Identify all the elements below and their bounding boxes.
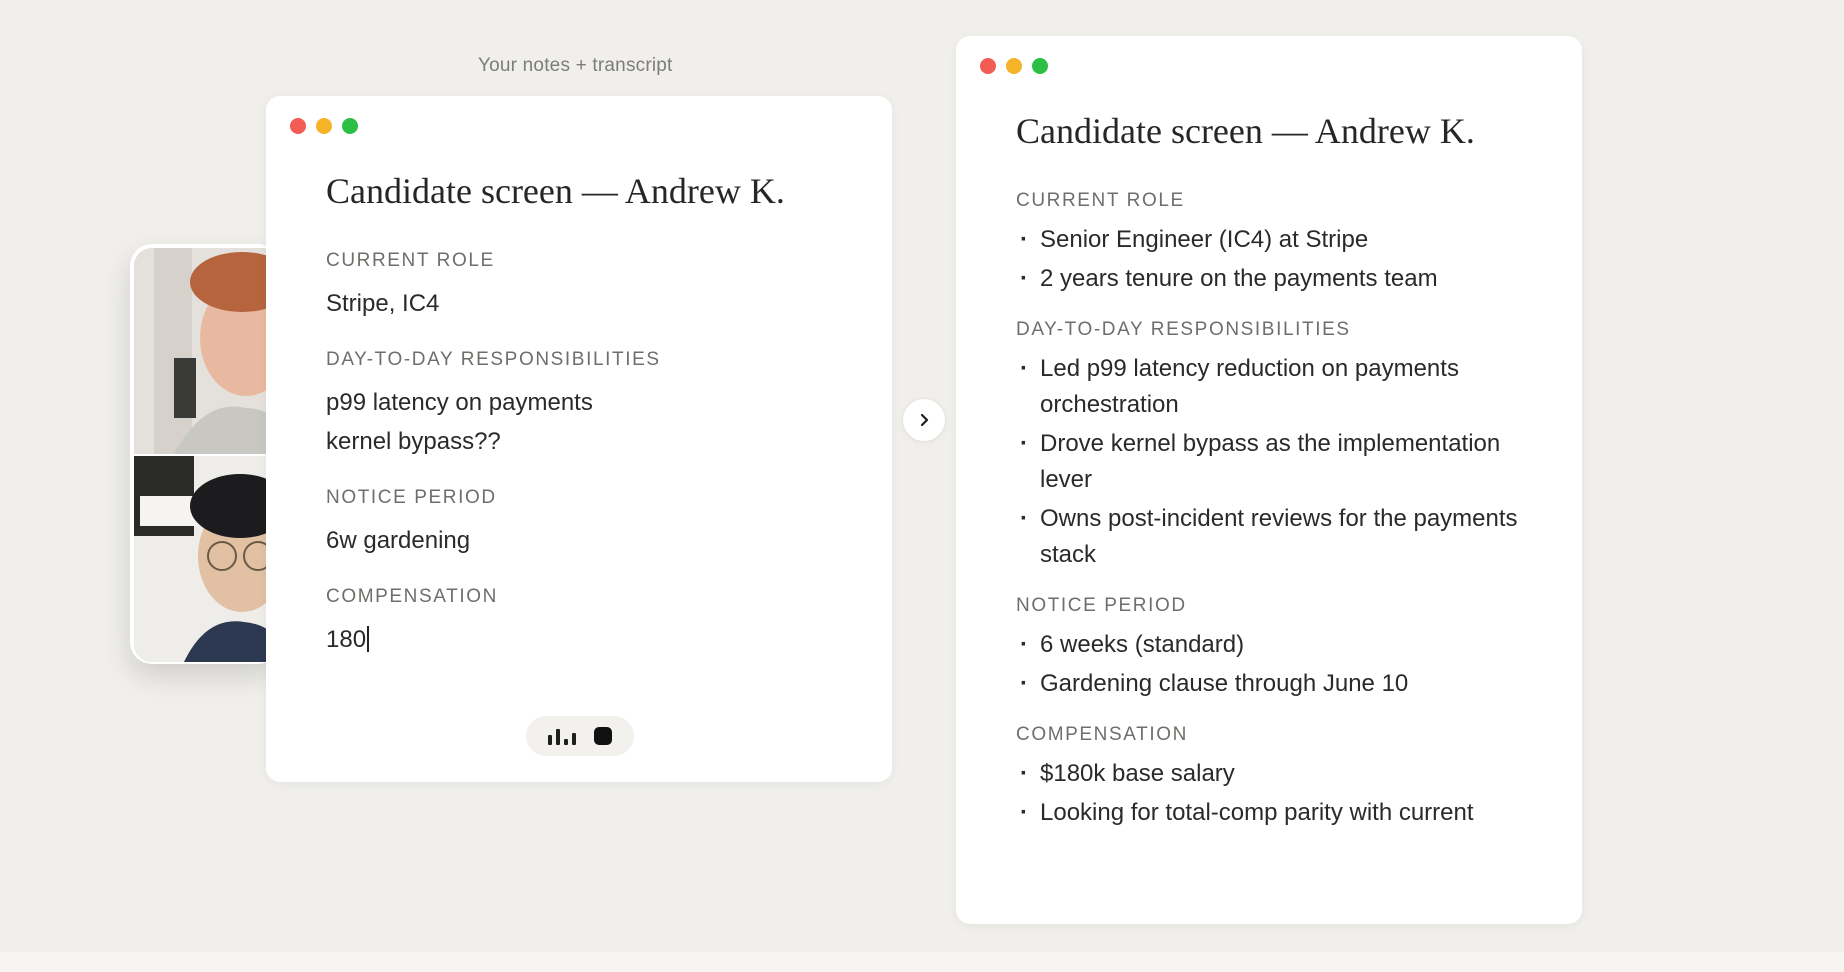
maximize-window-button[interactable] [342,118,358,134]
participant-1-image [134,248,276,454]
section-notice-period: NOTICE PERIOD 6w gardening [326,487,852,560]
note-title: Candidate screen — Andrew K. [1016,111,1475,151]
section-label: COMPENSATION [326,586,498,607]
section-current-role: CURRENT ROLE Senior Engineer (IC4) at St… [1016,190,1542,297]
close-window-button[interactable] [980,58,996,74]
note-line[interactable]: 6w gardening [326,521,852,560]
section-label: NOTICE PERIOD [326,487,497,508]
section-label: NOTICE PERIOD [1016,595,1187,616]
chevron-right-icon [920,413,929,427]
minimize-window-button[interactable] [316,118,332,134]
section-label: DAY-TO-DAY RESPONSIBILITIES [1016,319,1351,340]
caption: Your notes + transcript [478,55,673,76]
section-notice-period: NOTICE PERIOD 6 weeks (standard) Gardeni… [1016,595,1542,702]
audio-level-bar [556,729,560,745]
notes-editor[interactable]: Candidate screen — Andrew K. CURRENT ROL… [326,170,852,685]
note-line[interactable]: Stripe, IC4 [326,284,852,323]
enhanced-notes-document: Candidate screen — Andrew K. CURRENT ROL… [1016,110,1542,853]
note-title[interactable]: Candidate screen — Andrew K. [326,170,852,212]
window-controls [290,118,358,134]
audio-level-bar [548,735,552,745]
section-label: COMPENSATION [1016,724,1188,745]
bullet-item: Gardening clause through June 10 [1016,666,1536,702]
note-line[interactable]: kernel bypass?? [326,422,852,461]
participant-video-2 [134,456,276,662]
section-responsibilities: DAY-TO-DAY RESPONSIBILITIES Led p99 late… [1016,319,1542,573]
bullet-item: Senior Engineer (IC4) at Stripe [1016,222,1536,258]
close-window-button[interactable] [290,118,306,134]
section-label: DAY-TO-DAY RESPONSIBILITIES [326,349,661,370]
bullet-item: Led p99 latency reduction on payments or… [1016,351,1536,423]
note-line[interactable]: p99 latency on payments [326,383,852,422]
bullet-item: Looking for total-comp parity with curre… [1016,795,1536,831]
section-label: CURRENT ROLE [326,250,495,271]
bullet-item: 6 weeks (standard) [1016,627,1536,663]
bullet-item: 2 years tenure on the payments team [1016,261,1536,297]
text-cursor [367,626,370,652]
section-label: CURRENT ROLE [1016,190,1185,211]
notes-window: Candidate screen — Andrew K. CURRENT ROL… [266,96,892,782]
participant-video-1 [134,248,276,454]
bullet-item: $180k base salary [1016,756,1536,792]
participant-2-image [134,456,276,662]
section-current-role: CURRENT ROLE Stripe, IC4 [326,250,852,323]
bullet-list: $180k base salary Looking for total-comp… [1016,756,1542,831]
bullet-item: Owns post-incident reviews for the payme… [1016,501,1536,573]
enhance-next-button[interactable] [902,398,946,442]
audio-level-icon [548,727,576,745]
audio-level-bar [564,739,568,745]
bullet-item: Drove kernel bypass as the implementatio… [1016,426,1536,498]
recording-control[interactable] [526,716,634,756]
section-compensation: COMPENSATION 180 [326,586,852,659]
note-line-active[interactable]: 180 [326,620,852,659]
maximize-window-button[interactable] [1032,58,1048,74]
bullet-list: 6 weeks (standard) Gardening clause thro… [1016,627,1542,702]
bullet-list: Senior Engineer (IC4) at Stripe 2 years … [1016,222,1542,297]
section-compensation: COMPENSATION $180k base salary Looking f… [1016,724,1542,831]
page-footer-band [0,952,1844,972]
enhanced-notes-window: Candidate screen — Andrew K. CURRENT ROL… [956,36,1582,924]
audio-level-bar [572,733,576,745]
stop-icon[interactable] [594,727,612,745]
bullet-list: Led p99 latency reduction on payments or… [1016,351,1542,573]
minimize-window-button[interactable] [1006,58,1022,74]
video-participants [130,244,280,664]
section-responsibilities: DAY-TO-DAY RESPONSIBILITIES p99 latency … [326,349,852,461]
window-controls [980,58,1048,74]
note-line-text: 180 [326,626,367,653]
